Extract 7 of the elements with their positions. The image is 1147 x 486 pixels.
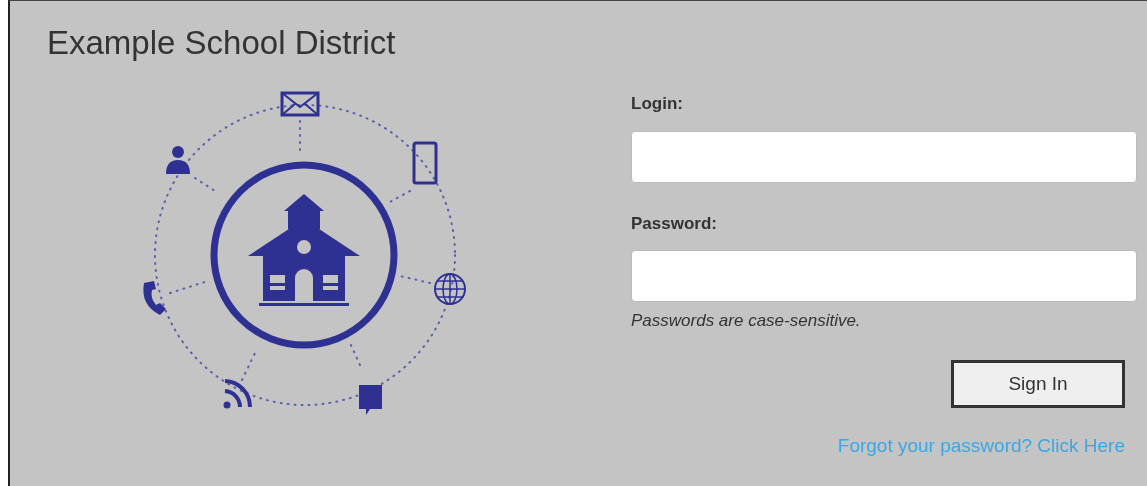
field-label: Login:: [631, 93, 684, 116]
hint-text: Passwords are case-sensitive.: [631, 310, 862, 333]
page-title: Example School District: [46, 23, 397, 62]
field-label: Password:: [631, 212, 718, 235]
login-field[interactable]: [631, 130, 1137, 183]
sign-in-button[interactable]: Sign In: [951, 359, 1125, 408]
password-field[interactable]: [631, 250, 1137, 303]
